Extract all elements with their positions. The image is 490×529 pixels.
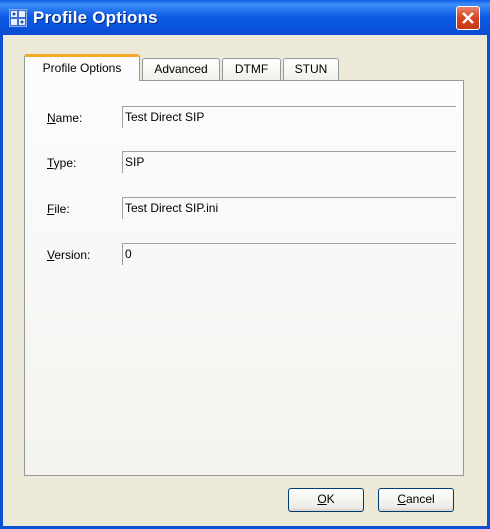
tab-profile-options[interactable]: Profile Options bbox=[24, 54, 140, 81]
cancel-button[interactable]: Cancel bbox=[378, 488, 454, 512]
tab-advanced[interactable]: Advanced bbox=[142, 58, 220, 80]
file-field[interactable]: Test Direct SIP.ini bbox=[122, 197, 456, 219]
app-window-icon bbox=[8, 8, 28, 28]
name-label: Name: bbox=[47, 111, 83, 125]
type-field[interactable]: SIP bbox=[122, 151, 456, 173]
window-title: Profile Options bbox=[33, 8, 158, 27]
version-label: Version: bbox=[47, 248, 91, 262]
profile-options-dialog: Profile Options Profile Options Advanced… bbox=[0, 0, 490, 529]
close-button[interactable] bbox=[456, 6, 480, 30]
type-label: Type: bbox=[47, 156, 77, 170]
file-label: File: bbox=[47, 202, 70, 216]
tab-panel-profile-options: Name: Test Direct SIP Type: SIP File: Te… bbox=[24, 80, 464, 476]
tab-dtmf[interactable]: DTMF bbox=[222, 58, 281, 80]
name-field[interactable]: Test Direct SIP bbox=[122, 106, 456, 128]
tab-stun[interactable]: STUN bbox=[283, 58, 339, 80]
close-icon bbox=[462, 12, 474, 24]
title-bar[interactable]: Profile Options bbox=[0, 0, 490, 35]
ok-button[interactable]: OK bbox=[288, 488, 364, 512]
version-field[interactable]: 0 bbox=[122, 243, 456, 265]
window-frame-left bbox=[0, 35, 3, 529]
